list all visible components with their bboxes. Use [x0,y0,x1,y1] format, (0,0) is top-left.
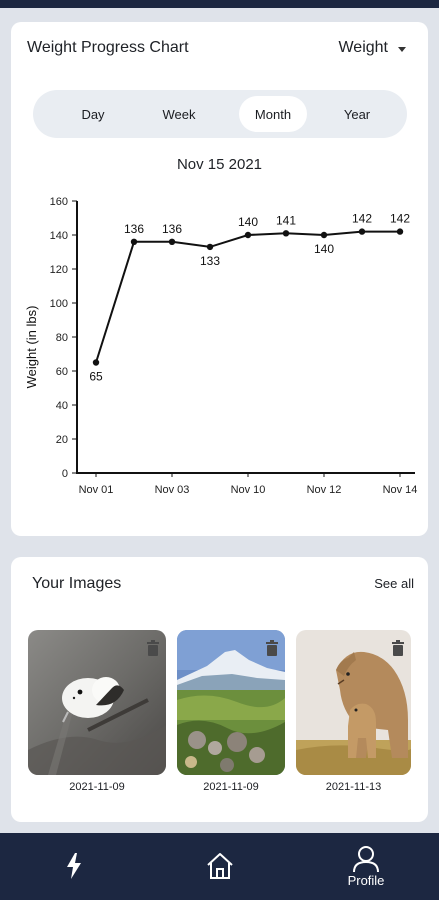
data-label: 141 [276,213,296,227]
y-tick-label: 120 [50,264,68,276]
data-point [244,231,252,239]
image-date: 2021-11-09 [69,781,125,793]
image-thumbnail-bird[interactable] [28,630,166,775]
data-point [130,238,138,245]
home-icon [207,853,233,879]
data-point [92,359,100,366]
data-label: 140 [238,215,258,229]
data-label: 136 [124,222,144,236]
delete-icon[interactable] [146,640,160,656]
data-label: 65 [89,370,103,384]
images-card-title: Your Images [32,575,122,592]
y-axis-label: Weight (in lbs) [24,306,39,389]
profile-icon [353,845,379,872]
weight-line-chart: 0 20 40 60 80 100 120 140 160 Weight (in lbs) Nov … [24,196,418,496]
see-all-link[interactable]: See all [374,576,414,591]
data-label: 142 [352,212,372,226]
x-tick-label: Nov 12 [307,484,342,496]
image-thumbnail-cougar[interactable] [296,630,411,775]
x-tick-label: Nov 03 [155,484,190,496]
nav-profile-label: Profile [347,872,385,888]
y-tick-label: 20 [56,434,68,446]
nav-profile[interactable]: Profile [336,833,396,900]
data-point [168,238,176,245]
data-label: 140 [314,242,334,256]
bottom-navigation: Profile [0,833,439,900]
x-tick-label: Nov 14 [383,484,418,496]
y-tick-label: 60 [56,366,68,378]
data-point [282,230,290,237]
lightning-icon [67,853,81,879]
y-tick-label: 160 [50,196,68,208]
y-tick-label: 40 [56,400,68,412]
images-card: Your Images See all 2021-11-09 2021-11-0… [11,557,428,822]
image-date: 2021-11-13 [325,781,382,793]
data-point [320,231,328,239]
delete-icon[interactable] [265,640,279,656]
data-label: 133 [200,254,220,268]
nav-activity[interactable] [44,833,104,900]
data-point [206,243,214,251]
data-point [396,228,404,235]
delete-icon[interactable] [391,640,405,656]
data-label: 142 [390,212,410,226]
y-tick-label: 0 [62,468,68,480]
series-line [95,230,400,363]
data-point [358,228,366,235]
data-label: 136 [162,222,182,236]
y-tick-label: 80 [56,332,68,344]
nav-home[interactable] [190,833,250,900]
image-thumbnail-meadow[interactable] [177,630,285,775]
image-date: 2021-11-09 [203,781,259,793]
weight-chart-card: Weight Progress Chart Weight Day Week Mo… [11,22,428,536]
y-tick-label: 140 [50,230,68,242]
x-tick-label: Nov 01 [79,484,114,496]
x-tick-label: Nov 10 [231,484,266,496]
y-tick-label: 100 [50,298,68,310]
status-bar [0,0,439,8]
